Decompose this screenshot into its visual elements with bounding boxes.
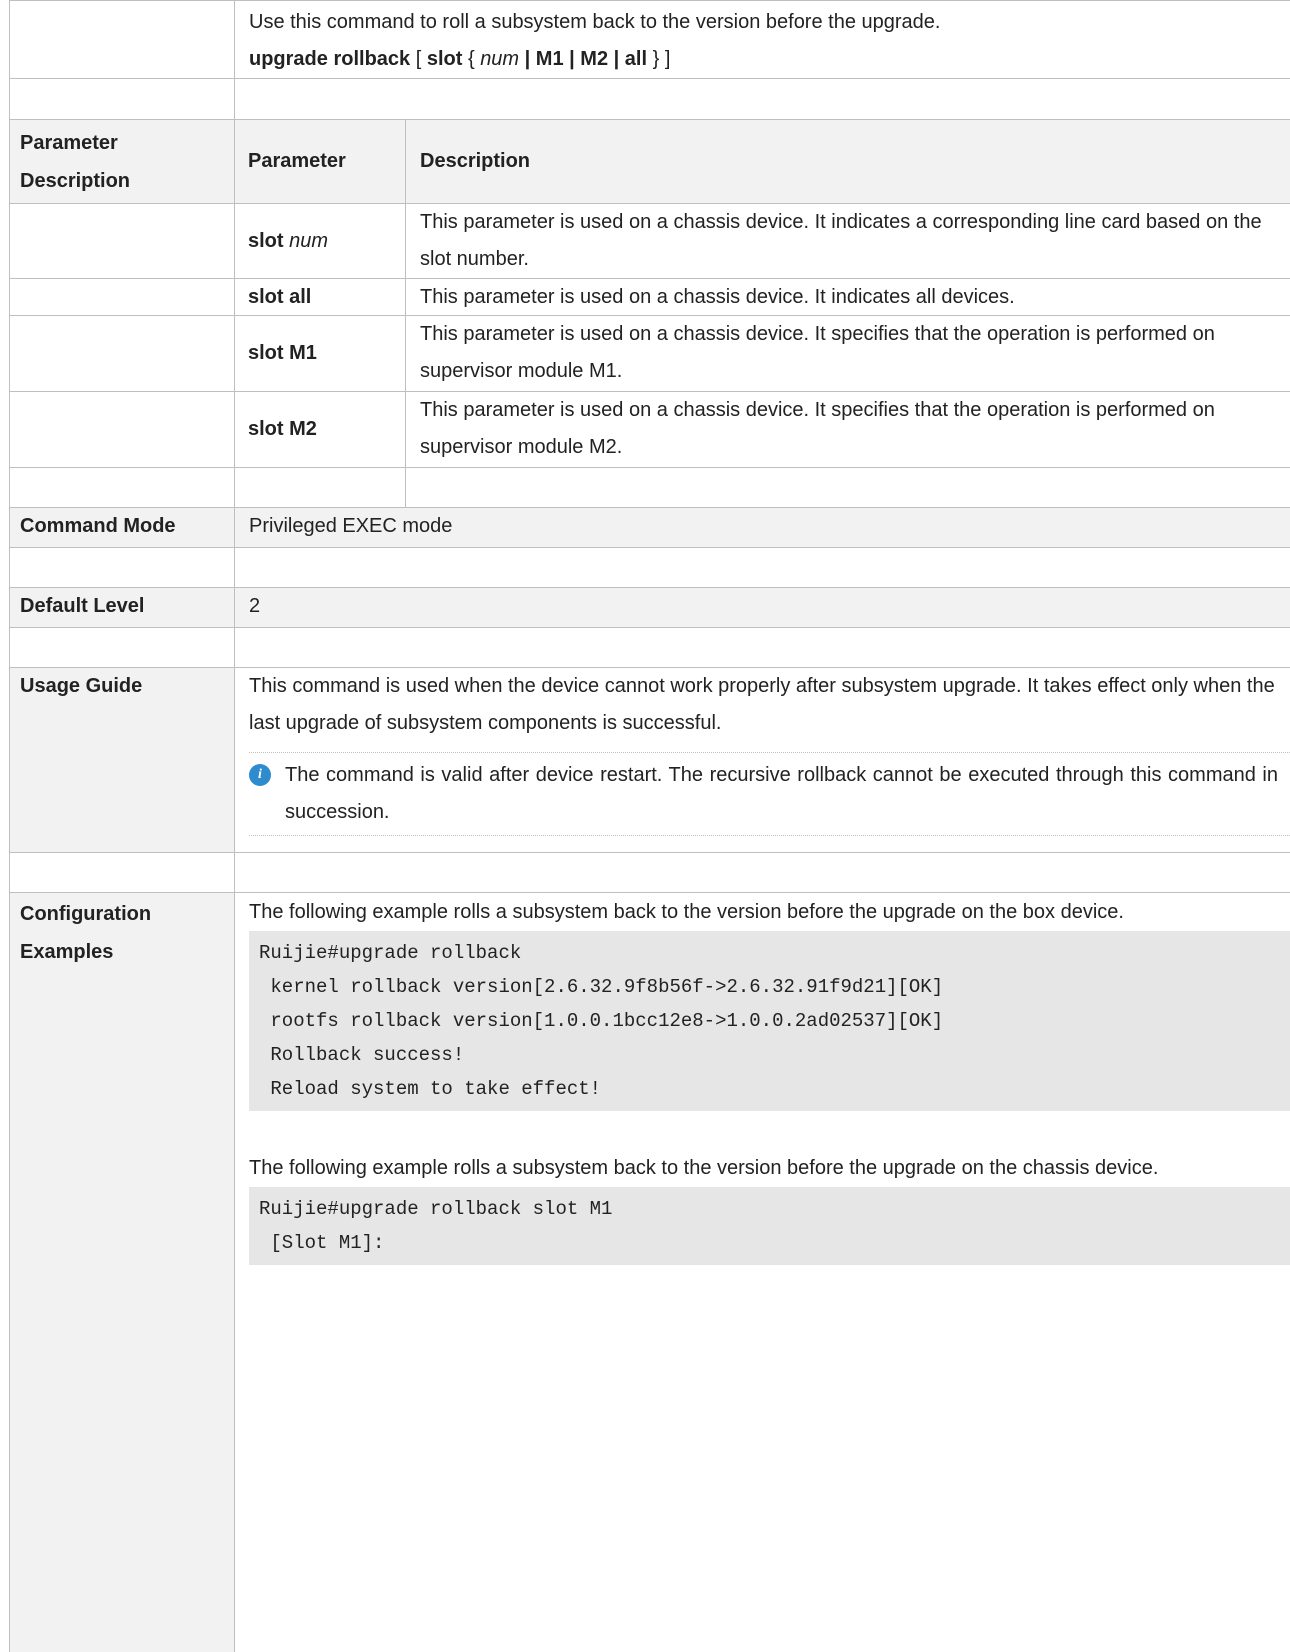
configuration-examples-row: Configuration Examples The following exa… [9, 892, 1290, 1652]
param-argument: num [289, 229, 329, 252]
param-keyword: slot all [235, 279, 406, 315]
param-keyword: slot M2 [235, 392, 406, 467]
param-keyword: slot [248, 229, 284, 252]
param-keyword: slot M1 [235, 316, 406, 391]
examples-label-line2: Examples [20, 941, 114, 963]
usage-note: i The command is valid after device rest… [249, 752, 1290, 836]
col-description-header: Description [420, 150, 531, 172]
example2-text: The following example rolls a subsystem … [249, 1157, 1159, 1179]
syntax-num: num [480, 48, 520, 70]
spacer-row [9, 547, 1290, 587]
syntax-slot: slot [426, 48, 463, 70]
syntax-command: upgrade rollback [249, 48, 411, 70]
example1-code: Ruijie#upgrade rollback kernel rollback … [249, 931, 1290, 1111]
spacer-row [9, 78, 1290, 119]
description-label-cell [10, 1, 235, 78]
example1-text: The following example rolls a subsystem … [249, 901, 1124, 923]
command-mode-row: Command Mode Privileged EXEC mode [9, 507, 1290, 547]
syntax-bracket: [ [410, 48, 427, 70]
examples-label-line1: Configuration [20, 903, 152, 925]
default-level-value: 2 [249, 595, 261, 617]
param-description: This parameter is used on a chassis devi… [420, 323, 1215, 382]
usage-guide-row: Usage Guide This command is used when th… [9, 667, 1290, 852]
param-description: This parameter is used on a chassis devi… [420, 399, 1215, 458]
usage-guide-text: This command is used when the device can… [249, 675, 1275, 734]
syntax-close: } ] [647, 48, 671, 70]
command-description: Use this command to roll a subsystem bac… [249, 11, 941, 33]
parameter-description-label: Parameter Description [10, 120, 235, 203]
param-cell: slot num [235, 204, 406, 278]
param-row-slot-m2: slot M2 This parameter is used on a chas… [9, 391, 1290, 467]
example2-code: Ruijie#upgrade rollback slot M1 [Slot M1… [249, 1187, 1290, 1265]
param-empty-row [9, 467, 1290, 507]
param-row-slot-num: slot num This parameter is used on a cha… [9, 203, 1290, 278]
spacer-row [9, 852, 1290, 892]
usage-note-text: The command is valid after device restar… [285, 764, 1278, 823]
command-mode-label: Command Mode [10, 508, 235, 547]
command-syntax: upgrade rollback [ slot { num | M1 | M2 … [249, 41, 1278, 78]
default-level-row: Default Level 2 [9, 587, 1290, 627]
param-description: This parameter is used on a chassis devi… [420, 211, 1262, 270]
param-row-slot-m1: slot M1 This parameter is used on a chas… [9, 315, 1290, 391]
command-reference-table: Use this command to roll a subsystem bac… [9, 0, 1290, 1652]
spacer-row [9, 627, 1290, 667]
configuration-examples-label: Configuration Examples [10, 893, 235, 1652]
param-row-slot-all: slot all This parameter is used on a cha… [9, 278, 1290, 315]
default-level-label: Default Level [10, 588, 235, 627]
syntax-options: | M1 | M2 | all [519, 48, 648, 70]
info-icon: i [249, 764, 271, 786]
parameter-header-row: Parameter Description Parameter Descript… [9, 119, 1290, 203]
command-mode-value: Privileged EXEC mode [249, 515, 453, 537]
syntax-brace: { [462, 48, 481, 70]
col-parameter-header: Parameter [235, 120, 406, 203]
param-description: This parameter is used on a chassis devi… [420, 286, 1015, 308]
usage-guide-label: Usage Guide [10, 668, 235, 852]
description-row: Use this command to roll a subsystem bac… [9, 0, 1290, 78]
